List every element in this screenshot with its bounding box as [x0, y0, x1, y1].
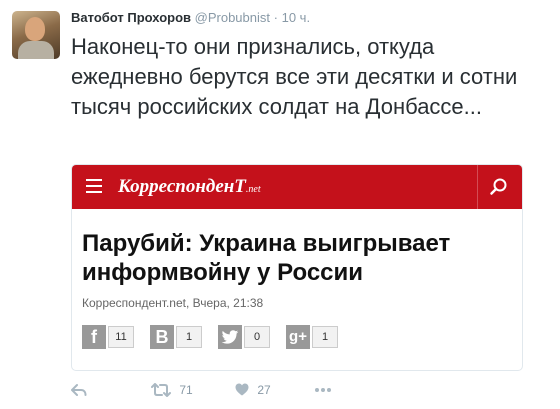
link-card[interactable]: КорреспонденТ.net Парубий: Украина выигр…: [71, 164, 523, 371]
share-facebook[interactable]: f 11: [82, 325, 134, 351]
like-count: 27: [257, 382, 271, 397]
tweet-header: Ватобот Прохоров @Probubnist · 10 ч.: [71, 10, 310, 25]
twitter-icon: [218, 325, 242, 349]
search-icon[interactable]: [489, 177, 509, 197]
timestamp[interactable]: 10 ч.: [282, 10, 310, 25]
avatar-shirt: [18, 41, 54, 59]
avatar-face: [25, 17, 45, 41]
retweet-button[interactable]: 71: [151, 382, 193, 397]
share-count: 0: [244, 326, 270, 348]
share-count: 1: [176, 326, 202, 348]
share-google-plus[interactable]: g+ 1: [286, 325, 338, 351]
more-dots-icon: [315, 387, 331, 392]
like-button[interactable]: 27: [235, 382, 271, 397]
author-handle[interactable]: @Probubnist: [195, 10, 270, 25]
avatar[interactable]: [12, 11, 60, 59]
heart-icon: [235, 383, 249, 396]
vkontakte-icon: B: [150, 325, 174, 349]
share-twitter[interactable]: 0: [218, 325, 270, 351]
facebook-icon: f: [82, 325, 106, 349]
share-count: 11: [108, 326, 134, 348]
site-logo-text: КорреспонденТ: [118, 176, 246, 197]
reply-icon: [71, 383, 87, 396]
google-plus-icon: g+: [286, 325, 310, 349]
article-headline[interactable]: Парубий: Украина выигрывает информвойну …: [82, 229, 522, 287]
share-count: 1: [312, 326, 338, 348]
tweet-actions: 71 27: [71, 382, 371, 402]
site-logo[interactable]: КорреспонденТ.net: [118, 176, 261, 198]
author-name[interactable]: Ватобот Прохоров: [71, 10, 191, 25]
tweet-text: Наконец-то они признались, откуда ежедне…: [71, 34, 518, 119]
article-meta: Корреспондент.net, Вчера, 21:38: [82, 296, 264, 310]
retweet-count: 71: [179, 382, 193, 397]
site-logo-suffix: .net: [245, 184, 261, 195]
bar-divider: [477, 165, 478, 209]
card-header-bar: КорреспонденТ.net: [72, 165, 522, 209]
more-button[interactable]: [314, 382, 332, 396]
separator: ·: [273, 10, 278, 25]
share-vkontakte[interactable]: B1: [150, 325, 202, 351]
hamburger-menu-icon[interactable]: [86, 179, 102, 193]
reply-button[interactable]: [71, 382, 87, 397]
retweet-icon: [151, 382, 171, 397]
